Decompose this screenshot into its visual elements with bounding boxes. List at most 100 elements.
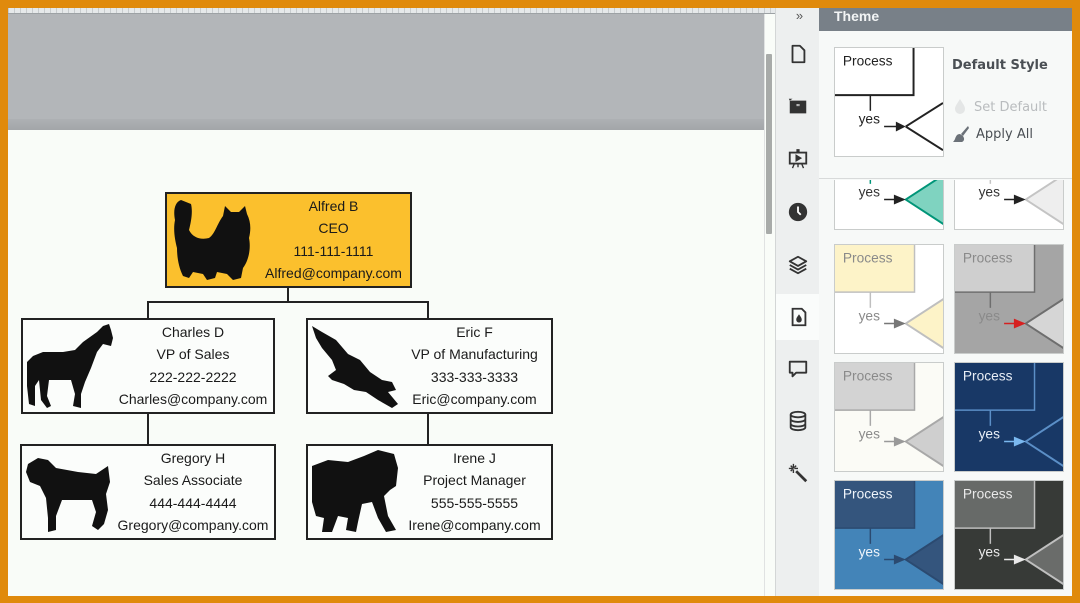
apply-all-button[interactable]: Apply All (952, 125, 1033, 143)
org-card-ceo[interactable]: Alfred B CEO 111-111-1111 Alfred@company… (165, 192, 412, 288)
yes-label: yes (979, 545, 1001, 560)
data-button[interactable] (776, 398, 820, 444)
theme-option-ivory-grey[interactable]: Process yes (834, 362, 944, 472)
employee-email: Alfred@company.com (265, 264, 402, 281)
diagram-canvas[interactable]: Alfred B CEO 111-111-1111 Alfred@company… (8, 8, 775, 596)
quote-icon: " (788, 98, 807, 114)
magic-button[interactable] (776, 450, 820, 496)
page-button[interactable] (776, 31, 820, 77)
process-label: Process (963, 251, 1013, 266)
employee-email: Eric@company.com (412, 390, 537, 407)
default-theme-preview[interactable]: Process yes (834, 47, 944, 157)
employee-title: CEO (318, 220, 349, 237)
employee-title: Project Manager (423, 472, 526, 489)
yes-label: yes (859, 185, 881, 200)
droplet-icon (955, 99, 965, 114)
elephant-silhouette-icon (308, 446, 400, 538)
theme-option-teal[interactable]: Processyes (834, 180, 944, 230)
history-clock-icon (788, 202, 808, 222)
employee-phone: 111-111-1111 (293, 242, 374, 259)
dog-silhouette-icon (22, 446, 114, 538)
employee-title: VP of Manufacturing (411, 346, 538, 363)
double-chevron-right-icon: » (795, 8, 803, 23)
connector-eric-to-irene (427, 412, 429, 445)
presentation-button[interactable] (776, 136, 820, 182)
theme-option-cream[interactable]: Process yes (834, 244, 944, 354)
card-info: Gregory H Sales Associate 444-444-4444 G… (114, 446, 274, 538)
eagle-silhouette-icon (308, 320, 400, 412)
comments-button[interactable] (776, 346, 820, 392)
theme-option-navy[interactable]: Process yes (954, 362, 1064, 472)
database-icon (789, 410, 807, 432)
presentation-icon (788, 149, 808, 169)
employee-email: Charles@company.com (118, 390, 268, 407)
page-edge-shadow (8, 119, 764, 130)
vertical-scrollbar-thumb[interactable] (766, 54, 772, 234)
card-info: Eric F VP of Manufacturing 333-333-3333 … (400, 320, 551, 412)
layers-icon (788, 255, 808, 275)
yes-label: yes (859, 427, 881, 442)
connector-to-eric (427, 301, 429, 319)
employee-name: Eric F (456, 324, 493, 341)
connector-ceo-down (287, 287, 289, 302)
page-icon (791, 44, 806, 64)
yes-label: yes (979, 427, 1001, 442)
yes-label: yes (859, 545, 881, 560)
card-info: Alfred B CEO 111-111-1111 Alfred@company… (259, 194, 410, 286)
connector-level2-horizontal (147, 301, 429, 303)
process-label: Process (843, 251, 893, 266)
process-label: Process (963, 369, 1013, 384)
org-card-gregory[interactable]: Gregory H Sales Associate 444-444-4444 G… (20, 444, 276, 540)
layers-button[interactable] (776, 242, 820, 288)
theme-icon (791, 307, 806, 327)
employee-email: Gregory@company.com (117, 516, 269, 533)
employee-title: VP of Sales (156, 346, 230, 363)
set-default-button[interactable]: Set Default (952, 98, 1047, 116)
default-style-section: Process yes Default Style Set Default Ap… (819, 31, 1072, 179)
yes-label: yes (979, 185, 1001, 200)
org-card-irene[interactable]: Irene J Project Manager 555-555-5555 Ire… (306, 444, 553, 540)
history-button[interactable] (776, 189, 820, 235)
themes-grid: Process yes Process yes Process yes Process yes… (819, 180, 1072, 596)
employee-name: Gregory H (160, 450, 226, 467)
process-label: Process (963, 487, 1013, 502)
process-label: Process (843, 54, 893, 69)
paint-brush-icon (953, 126, 969, 142)
theme-button[interactable] (776, 294, 821, 340)
apply-all-label: Apply All (976, 126, 1033, 142)
theme-option-charcoal[interactable]: Process yes (954, 480, 1064, 590)
theme-panel-header: Theme (819, 8, 1072, 31)
theme-option-light-grey[interactable]: Processyes (954, 180, 1064, 230)
employee-title: Sales Associate (143, 472, 243, 489)
yes-label: yes (859, 112, 881, 127)
theme-panel: Theme Process yes Default Style Set Defa… (819, 8, 1072, 596)
right-icon-toolbar: » " (775, 8, 821, 596)
svg-text:": " (796, 102, 800, 112)
quote-button[interactable]: " (776, 84, 820, 130)
employee-phone: 333-333-3333 (430, 368, 519, 385)
theme-option-steel-blue[interactable]: Process yes (834, 480, 944, 590)
card-info: Irene J Project Manager 555-555-5555 Ire… (400, 446, 551, 538)
default-style-title: Default Style (952, 58, 1048, 73)
employee-name: Irene J (453, 450, 496, 467)
app-window: Alfred B CEO 111-111-1111 Alfred@company… (8, 8, 1072, 596)
employee-phone: 555-555-5555 (430, 494, 519, 511)
set-default-label: Set Default (974, 99, 1047, 115)
cat-silhouette-icon (167, 194, 259, 286)
collapse-panel-button[interactable]: » (776, 8, 820, 23)
process-label: Process (843, 369, 893, 384)
card-info: Charles D VP of Sales 222-222-2222 Charl… (115, 320, 273, 412)
process-label: Process (843, 487, 893, 502)
connector-to-charles (147, 301, 149, 319)
org-card-eric[interactable]: Eric F VP of Manufacturing 333-333-3333 … (306, 318, 553, 414)
employee-name: Charles D (161, 324, 225, 341)
employee-email: Irene@company.com (408, 516, 541, 533)
yes-label: yes (859, 309, 881, 324)
employee-phone: 222-222-2222 (149, 368, 237, 385)
employee-name: Alfred B (308, 198, 359, 215)
org-card-charles[interactable]: Charles D VP of Sales 222-222-2222 Charl… (21, 318, 275, 414)
employee-phone: 444-444-4444 (149, 494, 237, 511)
yes-label: yes (979, 309, 1001, 324)
theme-option-grey-red[interactable]: Process yes (954, 244, 1064, 354)
canvas-margin-area (8, 14, 764, 130)
